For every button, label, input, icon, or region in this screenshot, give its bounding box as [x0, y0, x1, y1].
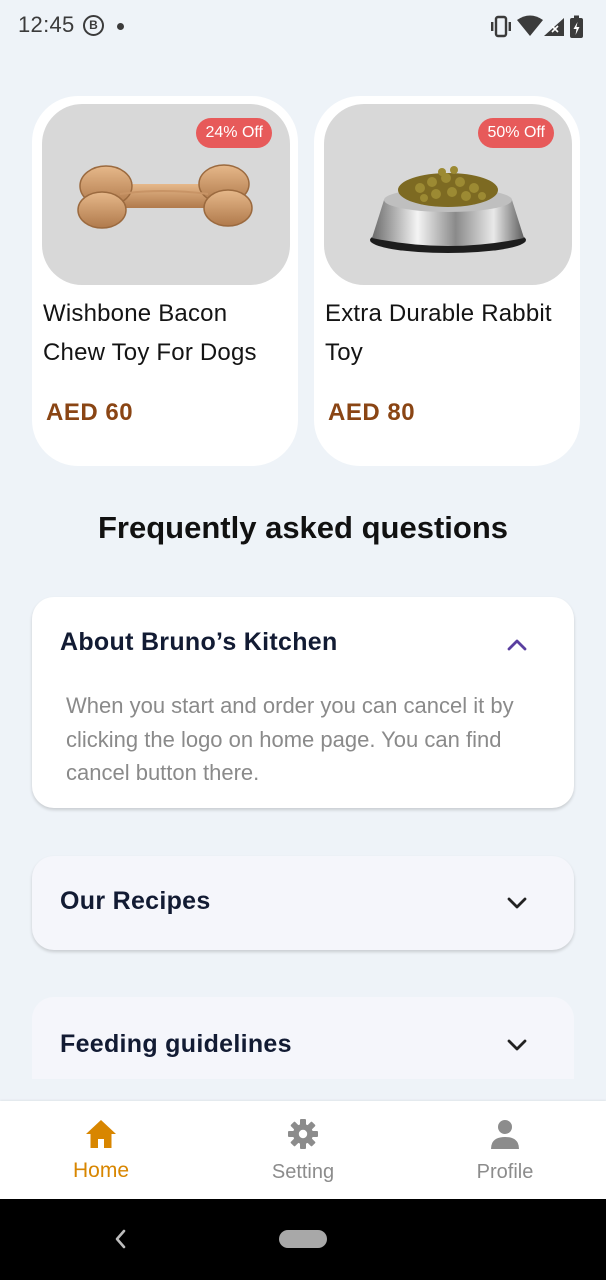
- faq-question: Our Recipes: [60, 887, 211, 915]
- cellular-signal-icon: [544, 18, 564, 36]
- product-image: 50% Off: [324, 104, 572, 285]
- product-card[interactable]: 24% Off Wishbone Bacon Chew Toy For Dogs…: [32, 96, 298, 466]
- nav-label: Profile: [476, 1161, 534, 1183]
- discount-badge: 24% Off: [196, 118, 272, 148]
- chevron-up-icon[interactable]: [506, 637, 528, 651]
- notification-dot-icon: [117, 23, 124, 30]
- home-pill-button[interactable]: [279, 1230, 327, 1248]
- nav-label: Setting: [271, 1161, 335, 1183]
- bottom-navigation: Home Setting Profile: [0, 1101, 606, 1199]
- nav-item-home[interactable]: Home: [0, 1101, 202, 1199]
- product-price: AED 60: [46, 399, 134, 426]
- battery-charging-icon: [570, 15, 583, 38]
- faq-question: Feeding guidelines: [60, 1030, 292, 1058]
- status-bar: 12:45 B: [0, 0, 606, 54]
- gear-icon: [288, 1119, 318, 1149]
- chevron-down-icon[interactable]: [506, 896, 528, 910]
- faq-answer: When you start and order you can cancel …: [66, 693, 514, 785]
- product-title: Extra Durable Rabbit Toy: [325, 300, 552, 366]
- product-card[interactable]: 50% Off Extra Durable Rabbit Toy AED 80: [314, 96, 580, 466]
- nav-label: Home: [72, 1159, 130, 1182]
- faq-item-about[interactable]: About Bruno’s Kitchen When you start and…: [32, 597, 574, 808]
- status-icons: [491, 15, 583, 38]
- nav-item-setting[interactable]: Setting: [202, 1101, 404, 1199]
- wifi-icon: [517, 15, 543, 36]
- discount-badge: 50% Off: [478, 118, 554, 148]
- product-title: Wishbone Bacon Chew Toy For Dogs: [43, 300, 257, 366]
- home-icon: [86, 1120, 116, 1148]
- back-icon[interactable]: [112, 1227, 128, 1251]
- product-price: AED 80: [328, 399, 416, 426]
- nav-item-profile[interactable]: Profile: [404, 1101, 606, 1199]
- notification-b-icon: B: [83, 15, 104, 36]
- system-navigation-bar: [0, 1199, 606, 1280]
- person-icon: [491, 1120, 519, 1149]
- faq-question: About Bruno’s Kitchen: [60, 628, 338, 656]
- vibrate-icon: [491, 15, 511, 38]
- faq-heading: Frequently asked questions: [98, 510, 508, 545]
- product-list: 24% Off Wishbone Bacon Chew Toy For Dogs…: [32, 96, 580, 466]
- product-image: 24% Off: [42, 104, 290, 285]
- chevron-down-icon[interactable]: [506, 1038, 528, 1052]
- faq-item-feeding[interactable]: Feeding guidelines: [32, 997, 574, 1079]
- faq-item-recipes[interactable]: Our Recipes: [32, 856, 574, 950]
- status-time: 12:45: [18, 12, 75, 37]
